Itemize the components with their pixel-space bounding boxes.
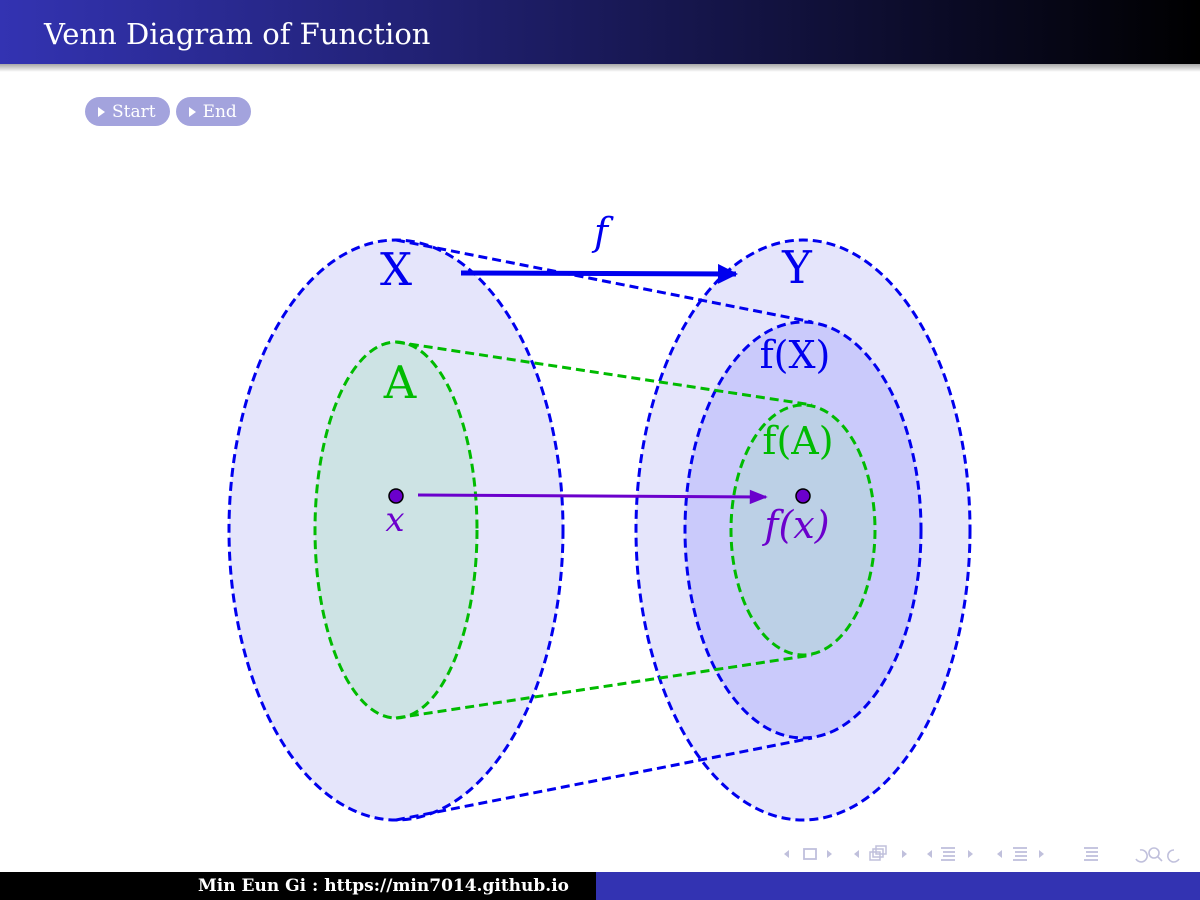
section-icon[interactable] bbox=[941, 847, 955, 861]
section-next-icon[interactable] bbox=[968, 850, 973, 858]
undo-icon[interactable] bbox=[1135, 849, 1148, 863]
footer-author: Min Eun Gi : https://min7014.github.io bbox=[0, 872, 596, 900]
subset-label: A bbox=[383, 356, 417, 409]
slide: Venn Diagram of Function Start End f X Y… bbox=[0, 0, 1200, 900]
function-arrow bbox=[460, 263, 738, 284]
subsection-next-icon[interactable] bbox=[902, 850, 907, 858]
redo-icon[interactable] bbox=[1167, 849, 1180, 863]
element-point-f-of-x bbox=[795, 488, 811, 504]
search-icon[interactable] bbox=[1148, 847, 1163, 862]
subsubsection-icon[interactable] bbox=[1013, 847, 1027, 861]
subsubsection-next-icon[interactable] bbox=[1039, 850, 1044, 858]
element-image-label: f(x) bbox=[761, 503, 829, 547]
frame-prev-icon[interactable] bbox=[784, 850, 789, 858]
subsection-icon[interactable] bbox=[869, 845, 887, 861]
frame-icon[interactable] bbox=[803, 848, 817, 860]
subsubsection-prev-icon[interactable] bbox=[997, 850, 1002, 858]
function-label: f bbox=[591, 210, 614, 254]
beamer-navigation-bar bbox=[784, 845, 1180, 863]
section-prev-icon[interactable] bbox=[927, 850, 932, 858]
image-of-subset-label: f(A) bbox=[762, 419, 833, 463]
domain-label: X bbox=[380, 243, 412, 296]
image-of-domain-label: f(X) bbox=[760, 333, 831, 377]
subsection-prev-icon[interactable] bbox=[854, 850, 859, 858]
function-venn-diagram: f X Y A f(X) f(A) x f(x) bbox=[227, 210, 972, 822]
frame-next-icon[interactable] bbox=[827, 850, 832, 858]
element-label: x bbox=[385, 500, 404, 540]
toc-icon[interactable] bbox=[1084, 847, 1098, 861]
codomain-label: Y bbox=[781, 241, 813, 294]
element-mapping-arrow bbox=[417, 489, 768, 505]
footer-bar bbox=[596, 872, 1200, 900]
